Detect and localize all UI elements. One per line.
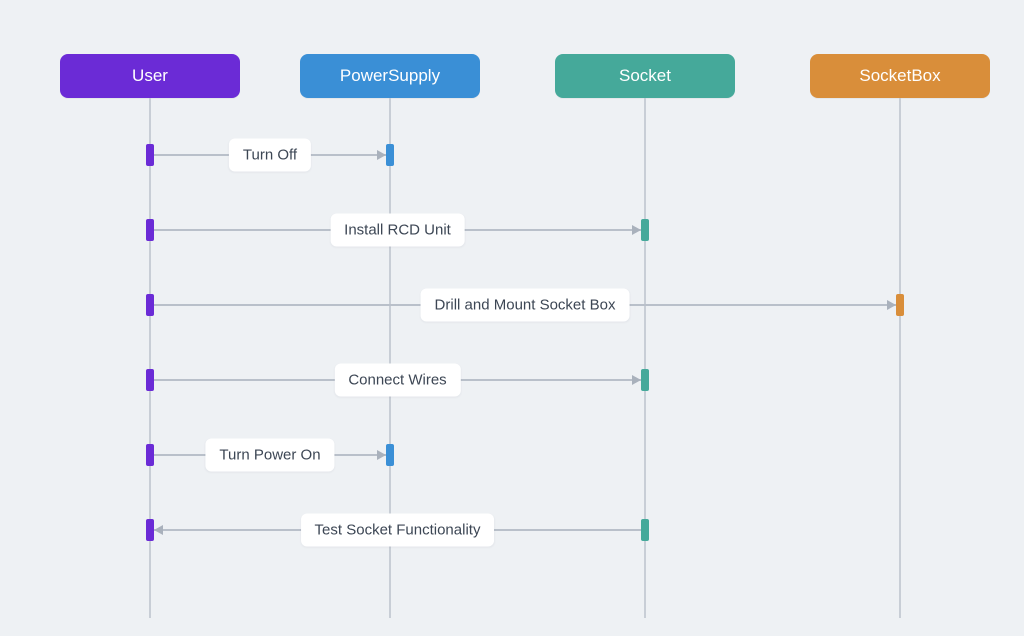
activation-user bbox=[146, 219, 154, 241]
activation-powersupply bbox=[386, 144, 394, 166]
participant-socket: Socket bbox=[555, 54, 735, 98]
arrowhead-icon bbox=[632, 225, 641, 235]
sequence-diagram: User PowerSupply Socket SocketBox Turn Off In… bbox=[0, 0, 1024, 636]
message-label: Connect Wires bbox=[334, 364, 460, 397]
activation-powersupply bbox=[386, 444, 394, 466]
message-label: Drill and Mount Socket Box bbox=[421, 289, 630, 322]
participant-label: PowerSupply bbox=[340, 66, 440, 86]
participant-user: User bbox=[60, 54, 240, 98]
participant-powersupply: PowerSupply bbox=[300, 54, 480, 98]
arrowhead-icon bbox=[632, 375, 641, 385]
activation-socketbox bbox=[896, 294, 904, 316]
message-label: Install RCD Unit bbox=[330, 214, 465, 247]
arrowhead-icon bbox=[154, 525, 163, 535]
participant-label: User bbox=[132, 66, 168, 86]
message-label: Turn Off bbox=[229, 139, 311, 172]
participant-label: SocketBox bbox=[859, 66, 940, 86]
message-label: Turn Power On bbox=[205, 439, 334, 472]
activation-socket bbox=[641, 369, 649, 391]
activation-socket bbox=[641, 219, 649, 241]
participant-label: Socket bbox=[619, 66, 671, 86]
arrowhead-icon bbox=[377, 450, 386, 460]
activation-user bbox=[146, 519, 154, 541]
participant-socketbox: SocketBox bbox=[810, 54, 990, 98]
arrowhead-icon bbox=[887, 300, 896, 310]
activation-user bbox=[146, 444, 154, 466]
activation-user bbox=[146, 294, 154, 316]
lifeline-socketbox bbox=[899, 98, 901, 618]
activation-socket bbox=[641, 519, 649, 541]
activation-user bbox=[146, 144, 154, 166]
arrowhead-icon bbox=[377, 150, 386, 160]
activation-user bbox=[146, 369, 154, 391]
message-label: Test Socket Functionality bbox=[301, 514, 495, 547]
